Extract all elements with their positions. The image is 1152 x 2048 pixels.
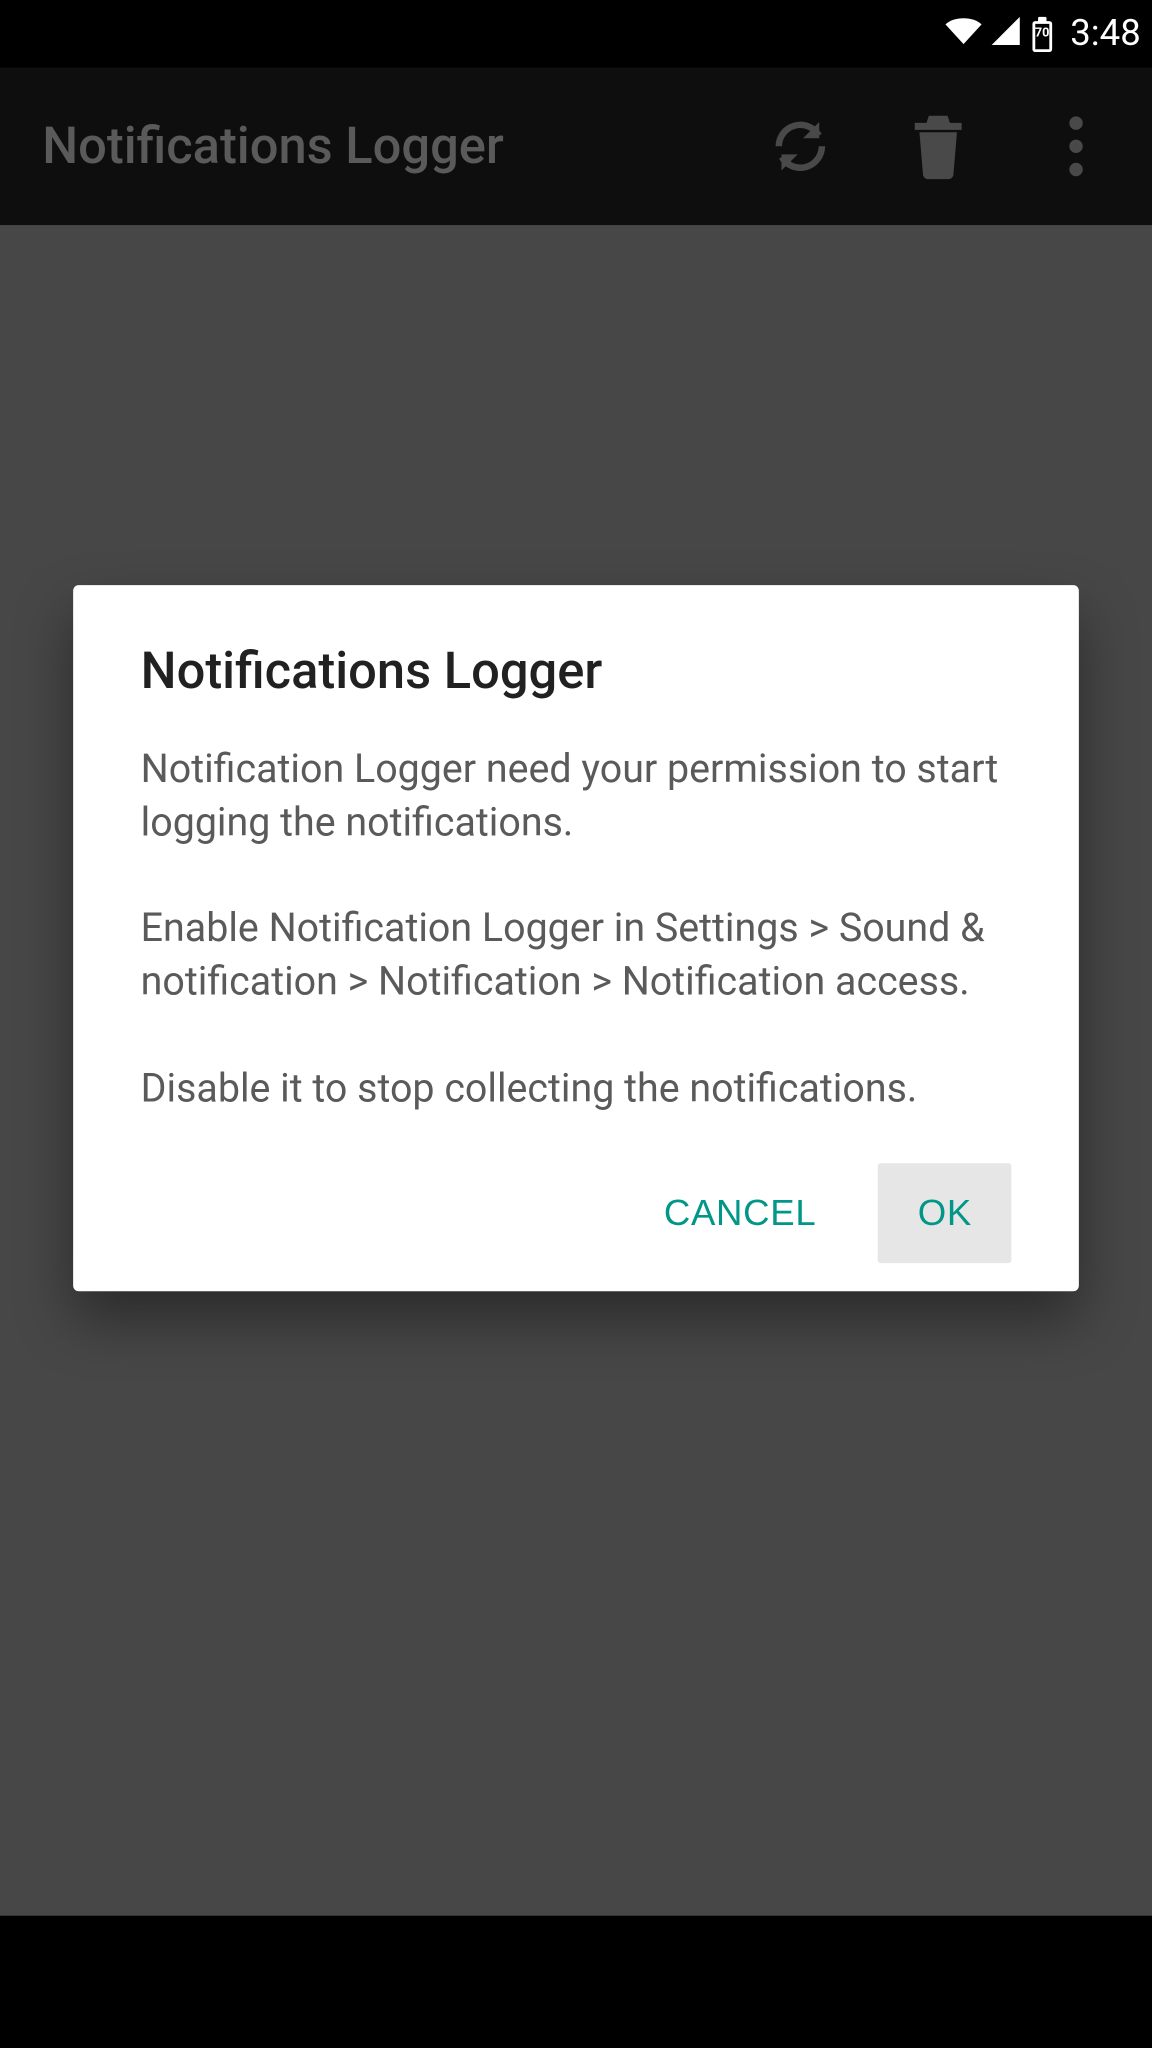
dialog-title: Notifications Logger xyxy=(141,641,1012,700)
permission-dialog: Notifications Logger Notification Logger… xyxy=(73,585,1079,1291)
wifi-icon xyxy=(944,14,983,53)
dialog-body: Notification Logger need your permission… xyxy=(141,743,1012,1115)
status-icons: 70 xyxy=(944,14,1057,53)
ok-button[interactable]: OK xyxy=(878,1163,1011,1263)
letterbox-bottom xyxy=(0,1920,1152,2048)
cancel-button[interactable]: CANCEL xyxy=(624,1163,855,1263)
cellular-signal-icon xyxy=(989,14,1023,53)
status-bar: 70 3:48 xyxy=(0,0,1152,68)
battery-level: 70 xyxy=(1034,27,1051,41)
status-clock: 3:48 xyxy=(1070,13,1141,55)
battery-icon: 70 xyxy=(1028,15,1056,52)
dialog-actions: CANCEL OK xyxy=(141,1157,1012,1262)
